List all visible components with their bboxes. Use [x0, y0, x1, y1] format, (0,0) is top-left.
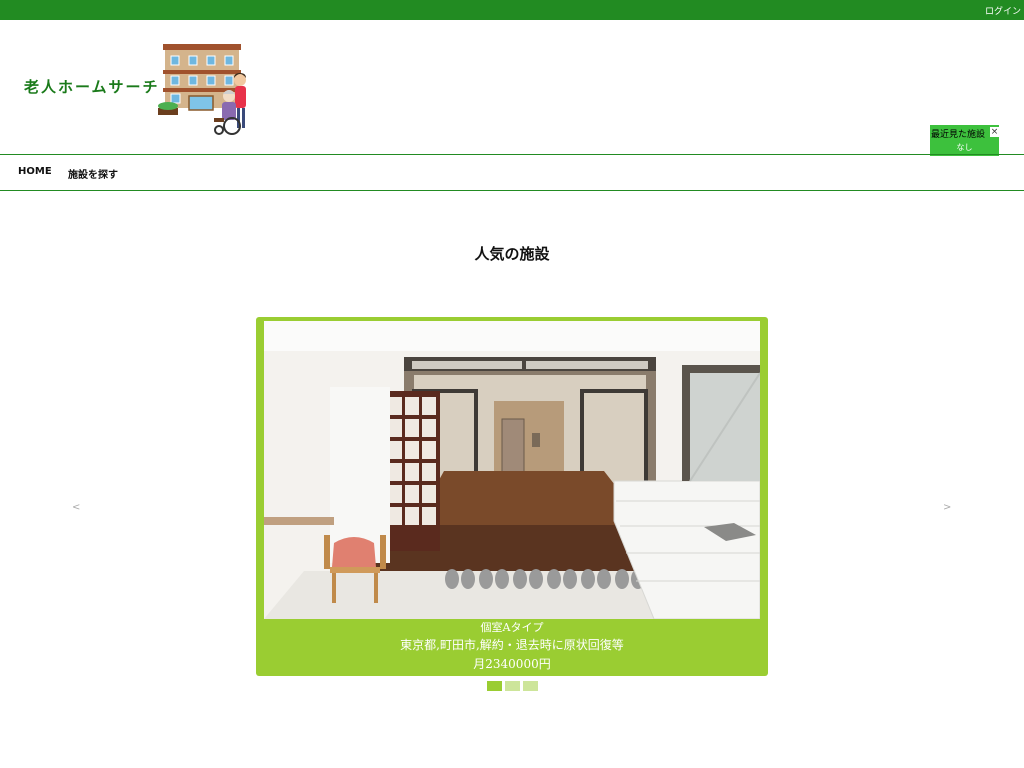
- section-title: 人気の施設: [474, 245, 550, 263]
- facility-price: 月2340000円: [473, 657, 551, 671]
- top-bar: ログイン: [0, 0, 1024, 20]
- login-link[interactable]: ログイン: [985, 4, 1021, 17]
- carousel-dot-1[interactable]: [487, 681, 502, 691]
- nav-item-search-facilities[interactable]: 施設を探す: [68, 166, 118, 181]
- facility-slide-card[interactable]: 個室Aタイプ 東京都,町田市,解約・退去時に原状回復等 月2340000円: [256, 317, 768, 676]
- close-icon[interactable]: ×: [990, 127, 999, 137]
- main-nav: HOME 施設を探す: [0, 154, 1024, 191]
- nav-item-home[interactable]: HOME: [18, 166, 52, 177]
- header: 老人ホームサーチ 最近見た施設 × なし: [0, 20, 1024, 156]
- carousel-prev-button[interactable]: <: [72, 502, 80, 513]
- recently-viewed-empty: なし: [956, 143, 973, 152]
- facility-photo[interactable]: [264, 321, 760, 619]
- carousel-next-button[interactable]: >: [943, 502, 951, 513]
- recently-viewed-title: 最近見た施設: [931, 130, 986, 140]
- site-logo-text[interactable]: 老人ホームサーチ: [24, 76, 160, 97]
- facility-caption: 個室Aタイプ 東京都,町田市,解約・退去時に原状回復等 月2340000円: [256, 620, 768, 673]
- carousel-dot-3[interactable]: [523, 681, 538, 691]
- nursing-home-illustration[interactable]: [156, 42, 256, 136]
- recently-viewed-panel: 最近見た施設 × なし: [930, 125, 999, 156]
- facility-name[interactable]: 個室Aタイプ: [256, 620, 768, 636]
- carousel-dot-2[interactable]: [505, 681, 520, 691]
- facility-address: 東京都,町田市,解約・退去時に原状回復等: [400, 638, 624, 652]
